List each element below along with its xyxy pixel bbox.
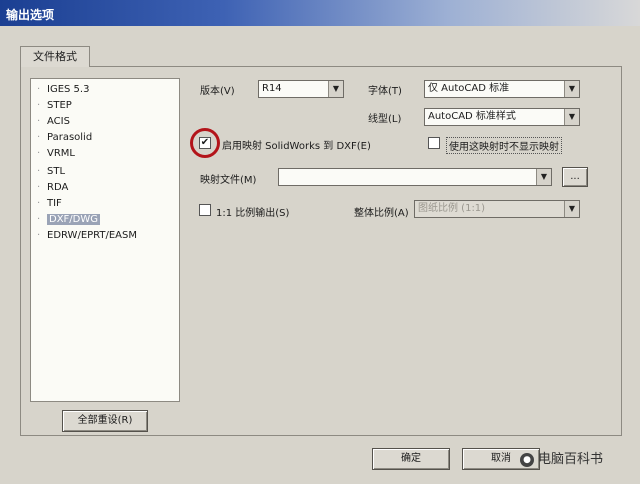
list-item-stl[interactable]: · STL xyxy=(31,165,65,179)
font-value: 仅 AutoCAD 标准 xyxy=(428,83,510,94)
chevron-down-icon[interactable]: ▼ xyxy=(564,109,579,125)
list-item-edrw[interactable]: · EDRW/EPRT/EASM xyxy=(31,229,137,243)
version-select[interactable]: R14 ▼ xyxy=(258,80,344,98)
tree-dot-icon: · xyxy=(37,230,41,241)
tree-dot-icon: · xyxy=(37,100,41,111)
list-item-vrml[interactable]: · VRML xyxy=(31,147,75,161)
list-item-tif[interactable]: · TIF xyxy=(31,197,62,211)
chevron-down-icon[interactable]: ▼ xyxy=(564,81,579,97)
tree-dot-icon: · xyxy=(37,132,41,143)
list-item-acis[interactable]: · ACIS xyxy=(31,115,70,129)
enable-mapping-label: 启用映射 SolidWorks 到 DXF(E) xyxy=(222,141,371,152)
no-map-prompt-label: 使用这映射时不显示映射 xyxy=(446,137,562,154)
tree-dot-icon: · xyxy=(37,214,41,225)
check-mark-icon: ✔ xyxy=(200,137,210,148)
title-bar[interactable]: 输出选项 xyxy=(0,0,640,26)
map-file-select[interactable]: ▼ xyxy=(278,168,552,186)
list-item-iges[interactable]: · IGES 5.3 xyxy=(31,83,89,97)
overall-scale-select[interactable]: 图纸比例 (1:1) ▼ xyxy=(414,200,580,218)
font-label: 字体(T) xyxy=(368,86,402,97)
map-file-label: 映射文件(M) xyxy=(200,175,257,186)
tab-file-format[interactable]: 文件格式 xyxy=(20,46,90,67)
tree-dot-icon: · xyxy=(37,148,41,159)
linetype-select[interactable]: AutoCAD 标准样式 ▼ xyxy=(424,108,580,126)
font-select[interactable]: 仅 AutoCAD 标准 ▼ xyxy=(424,80,580,98)
overall-scale-value: 图纸比例 (1:1) xyxy=(418,203,486,214)
window-title: 输出选项 xyxy=(6,8,55,22)
chevron-down-icon[interactable]: ▼ xyxy=(328,81,343,97)
scale-output-checkbox[interactable] xyxy=(199,204,211,216)
watermark-text: 电脑百科书 xyxy=(538,452,604,467)
chevron-down-icon[interactable]: ▼ xyxy=(564,201,579,217)
list-item-step[interactable]: · STEP xyxy=(31,99,72,113)
wechat-logo-icon: ● xyxy=(520,452,534,467)
list-item-dxf-dwg[interactable]: · DXF/DWG xyxy=(31,213,101,227)
chevron-down-icon[interactable]: ▼ xyxy=(536,169,551,185)
no-map-prompt-checkbox[interactable] xyxy=(428,137,440,149)
scale-output-label: 1:1 比例输出(S) xyxy=(216,208,290,219)
file-format-list[interactable]: · IGES 5.3 · STEP · ACIS · Parasolid · VRML ·… xyxy=(30,78,180,402)
version-value: R14 xyxy=(262,83,282,94)
list-item-rda[interactable]: · RDA xyxy=(31,181,68,195)
tree-dot-icon: · xyxy=(37,166,41,177)
browse-button[interactable]: ... xyxy=(562,167,588,187)
watermark: ● 电脑百科书 xyxy=(520,448,603,467)
version-label: 版本(V) xyxy=(200,86,235,97)
tree-dot-icon: · xyxy=(37,84,41,95)
list-item-parasolid[interactable]: · Parasolid xyxy=(31,131,92,145)
reset-all-button[interactable]: 全部重设(R) xyxy=(62,410,148,432)
enable-mapping-checkbox[interactable]: ✔ xyxy=(199,137,211,149)
linetype-label: 线型(L) xyxy=(368,114,402,125)
overall-scale-label: 整体比例(A) xyxy=(354,208,409,219)
tree-dot-icon: · xyxy=(37,182,41,193)
tree-dot-icon: · xyxy=(37,198,41,209)
tree-dot-icon: · xyxy=(37,116,41,127)
linetype-value: AutoCAD 标准样式 xyxy=(428,111,516,122)
ok-button[interactable]: 确定 xyxy=(372,448,450,470)
